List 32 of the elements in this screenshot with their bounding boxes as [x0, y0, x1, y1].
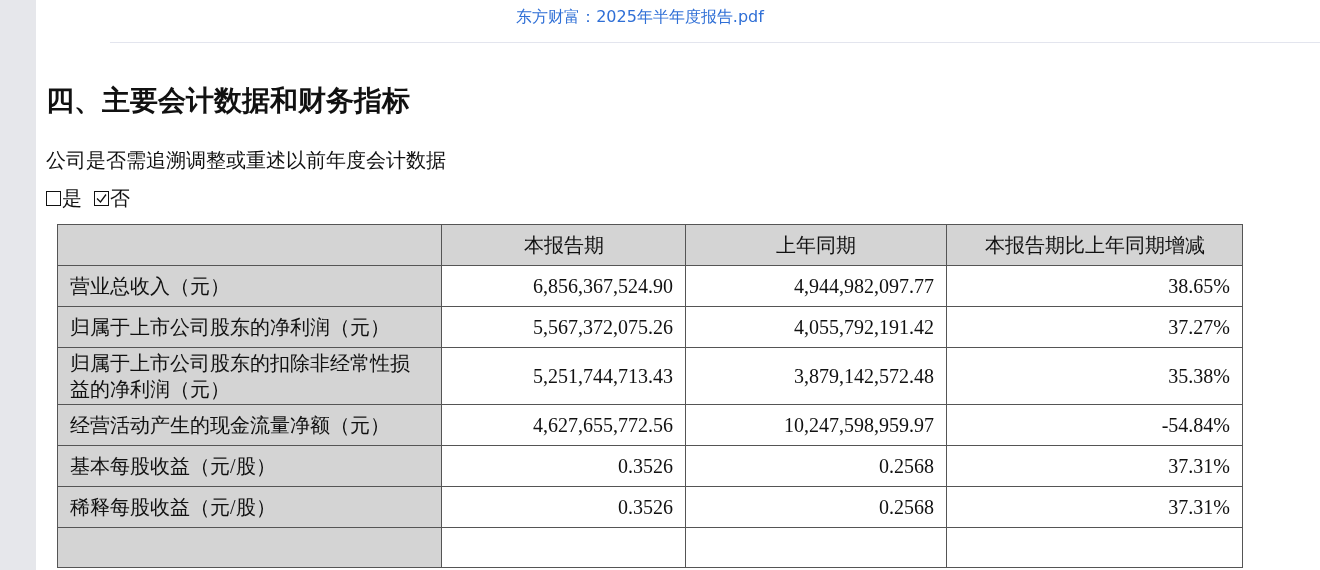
table-cell: 38.65% — [946, 265, 1243, 307]
table-cell: 4,627,655,772.56 — [441, 404, 686, 446]
table-cell: 0.3526 — [441, 486, 686, 528]
section-heading: 四、主要会计数据和财务指标 — [46, 83, 411, 119]
row-label: 营业总收入（元） — [57, 265, 442, 307]
table-cell: 5,567,372,075.26 — [441, 306, 686, 348]
table-cell: 6,856,367,524.90 — [441, 265, 686, 307]
table-cell: 5,251,744,713.43 — [441, 347, 686, 405]
table-cell: 3,879,142,572.48 — [685, 347, 947, 405]
table-cell: 0.2568 — [685, 486, 947, 528]
table-cell: 35.38% — [946, 347, 1243, 405]
table-cell: 4,055,792,191.42 — [685, 306, 947, 348]
column-header: 上年同期 — [685, 224, 947, 266]
table-cell: 4,944,982,097.77 — [685, 265, 947, 307]
table-cell: 10,247,598,959.97 — [685, 404, 947, 446]
table-cell: 0.2568 — [685, 445, 947, 487]
table-cell: 37.27% — [946, 306, 1243, 348]
option-label: 是 — [62, 186, 82, 211]
table-cell: -54.84% — [946, 404, 1243, 446]
table-cell: 0.3526 — [441, 445, 686, 487]
column-header: 本报告期 — [441, 224, 686, 266]
column-header: 本报告期比上年同期增减 — [946, 224, 1243, 266]
document-title: 东方财富：2025年半年度报告.pdf — [516, 7, 764, 28]
row-label: 归属于上市公司股东的扣除非经常性损益的净利润（元） — [57, 347, 442, 405]
row-label: 经营活动产生的现金流量净额（元） — [57, 404, 442, 446]
table-cell: 37.31% — [946, 486, 1243, 528]
option-label: 否 — [110, 186, 130, 211]
row-label: 稀释每股收益（元/股） — [57, 486, 442, 528]
question-text: 公司是否需追溯调整或重述以前年度会计数据 — [46, 148, 447, 173]
row-label: 归属于上市公司股东的净利润（元） — [57, 306, 442, 348]
table-cell: 37.31% — [946, 445, 1243, 487]
row-label: 基本每股收益（元/股） — [57, 445, 442, 487]
